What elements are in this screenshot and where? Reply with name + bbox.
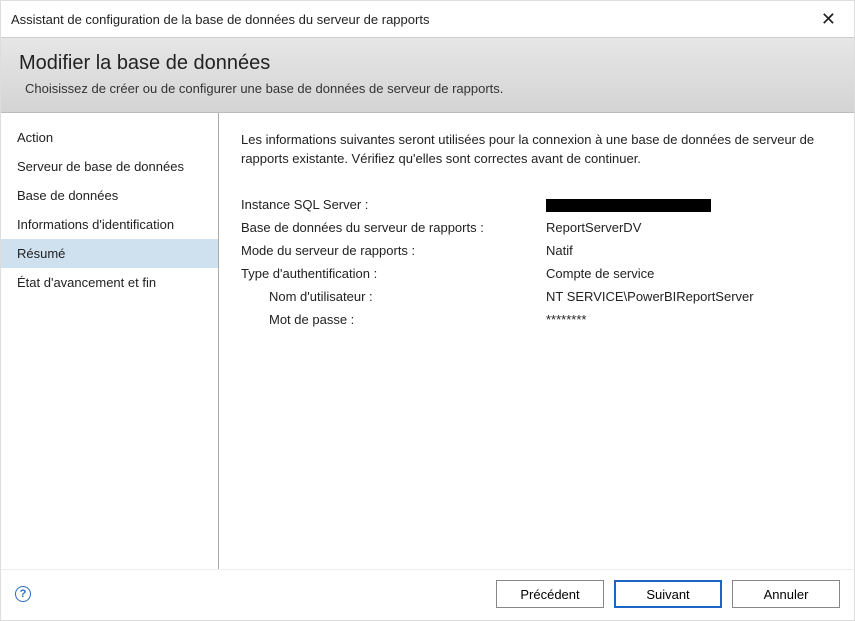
wizard-window: Assistant de configuration de la base de… bbox=[0, 0, 855, 621]
sidebar-item-label: Résumé bbox=[17, 246, 65, 261]
help-icon[interactable]: ? bbox=[15, 586, 31, 602]
sidebar-item-label: Action bbox=[17, 130, 53, 145]
sidebar-item-database[interactable]: Base de données bbox=[1, 181, 218, 210]
wizard-steps-sidebar: Action Serveur de base de données Base d… bbox=[1, 113, 219, 569]
main-panel: Les informations suivantes seront utilis… bbox=[219, 113, 854, 569]
close-icon[interactable]: ✕ bbox=[813, 6, 844, 32]
help-glyph: ? bbox=[20, 588, 27, 600]
summary-value-sql-instance bbox=[546, 197, 832, 212]
titlebar: Assistant de configuration de la base de… bbox=[1, 1, 854, 37]
cancel-button[interactable]: Annuler bbox=[732, 580, 840, 608]
redacted-icon bbox=[546, 199, 711, 212]
summary-label-sql-instance: Instance SQL Server : bbox=[241, 197, 546, 212]
sidebar-item-label: Informations d'identification bbox=[17, 217, 174, 232]
sidebar-item-label: Serveur de base de données bbox=[17, 159, 184, 174]
summary-value-password: ******** bbox=[546, 312, 832, 327]
summary-value-database: ReportServerDV bbox=[546, 220, 832, 235]
intro-text: Les informations suivantes seront utilis… bbox=[241, 131, 832, 169]
next-button[interactable]: Suivant bbox=[614, 580, 722, 608]
sidebar-item-label: État d'avancement et fin bbox=[17, 275, 156, 290]
sidebar-item-label: Base de données bbox=[17, 188, 118, 203]
window-title: Assistant de configuration de la base de… bbox=[11, 12, 429, 27]
summary-table: Instance SQL Server : Base de données du… bbox=[241, 197, 832, 327]
sidebar-item-action[interactable]: Action bbox=[1, 123, 218, 152]
summary-label-auth-type: Type d'authentification : bbox=[241, 266, 546, 281]
body: Action Serveur de base de données Base d… bbox=[1, 113, 854, 569]
summary-value-username: NT SERVICE\PowerBIReportServer bbox=[546, 289, 832, 304]
summary-value-auth-type: Compte de service bbox=[546, 266, 832, 281]
previous-button[interactable]: Précédent bbox=[496, 580, 604, 608]
sidebar-item-credentials[interactable]: Informations d'identification bbox=[1, 210, 218, 239]
summary-label-username: Nom d'utilisateur : bbox=[241, 289, 546, 304]
page-title: Modifier la base de données bbox=[19, 52, 836, 75]
summary-label-database: Base de données du serveur de rapports : bbox=[241, 220, 546, 235]
summary-label-mode: Mode du serveur de rapports : bbox=[241, 243, 546, 258]
footer: ? Précédent Suivant Annuler bbox=[1, 569, 854, 620]
sidebar-item-progress-finish[interactable]: État d'avancement et fin bbox=[1, 268, 218, 297]
sidebar-item-summary[interactable]: Résumé bbox=[1, 239, 218, 268]
summary-value-mode: Natif bbox=[546, 243, 832, 258]
header: Modifier la base de données Choisissez d… bbox=[1, 37, 854, 113]
sidebar-item-db-server[interactable]: Serveur de base de données bbox=[1, 152, 218, 181]
page-subtitle: Choisissez de créer ou de configurer une… bbox=[19, 81, 836, 96]
summary-label-password: Mot de passe : bbox=[241, 312, 546, 327]
